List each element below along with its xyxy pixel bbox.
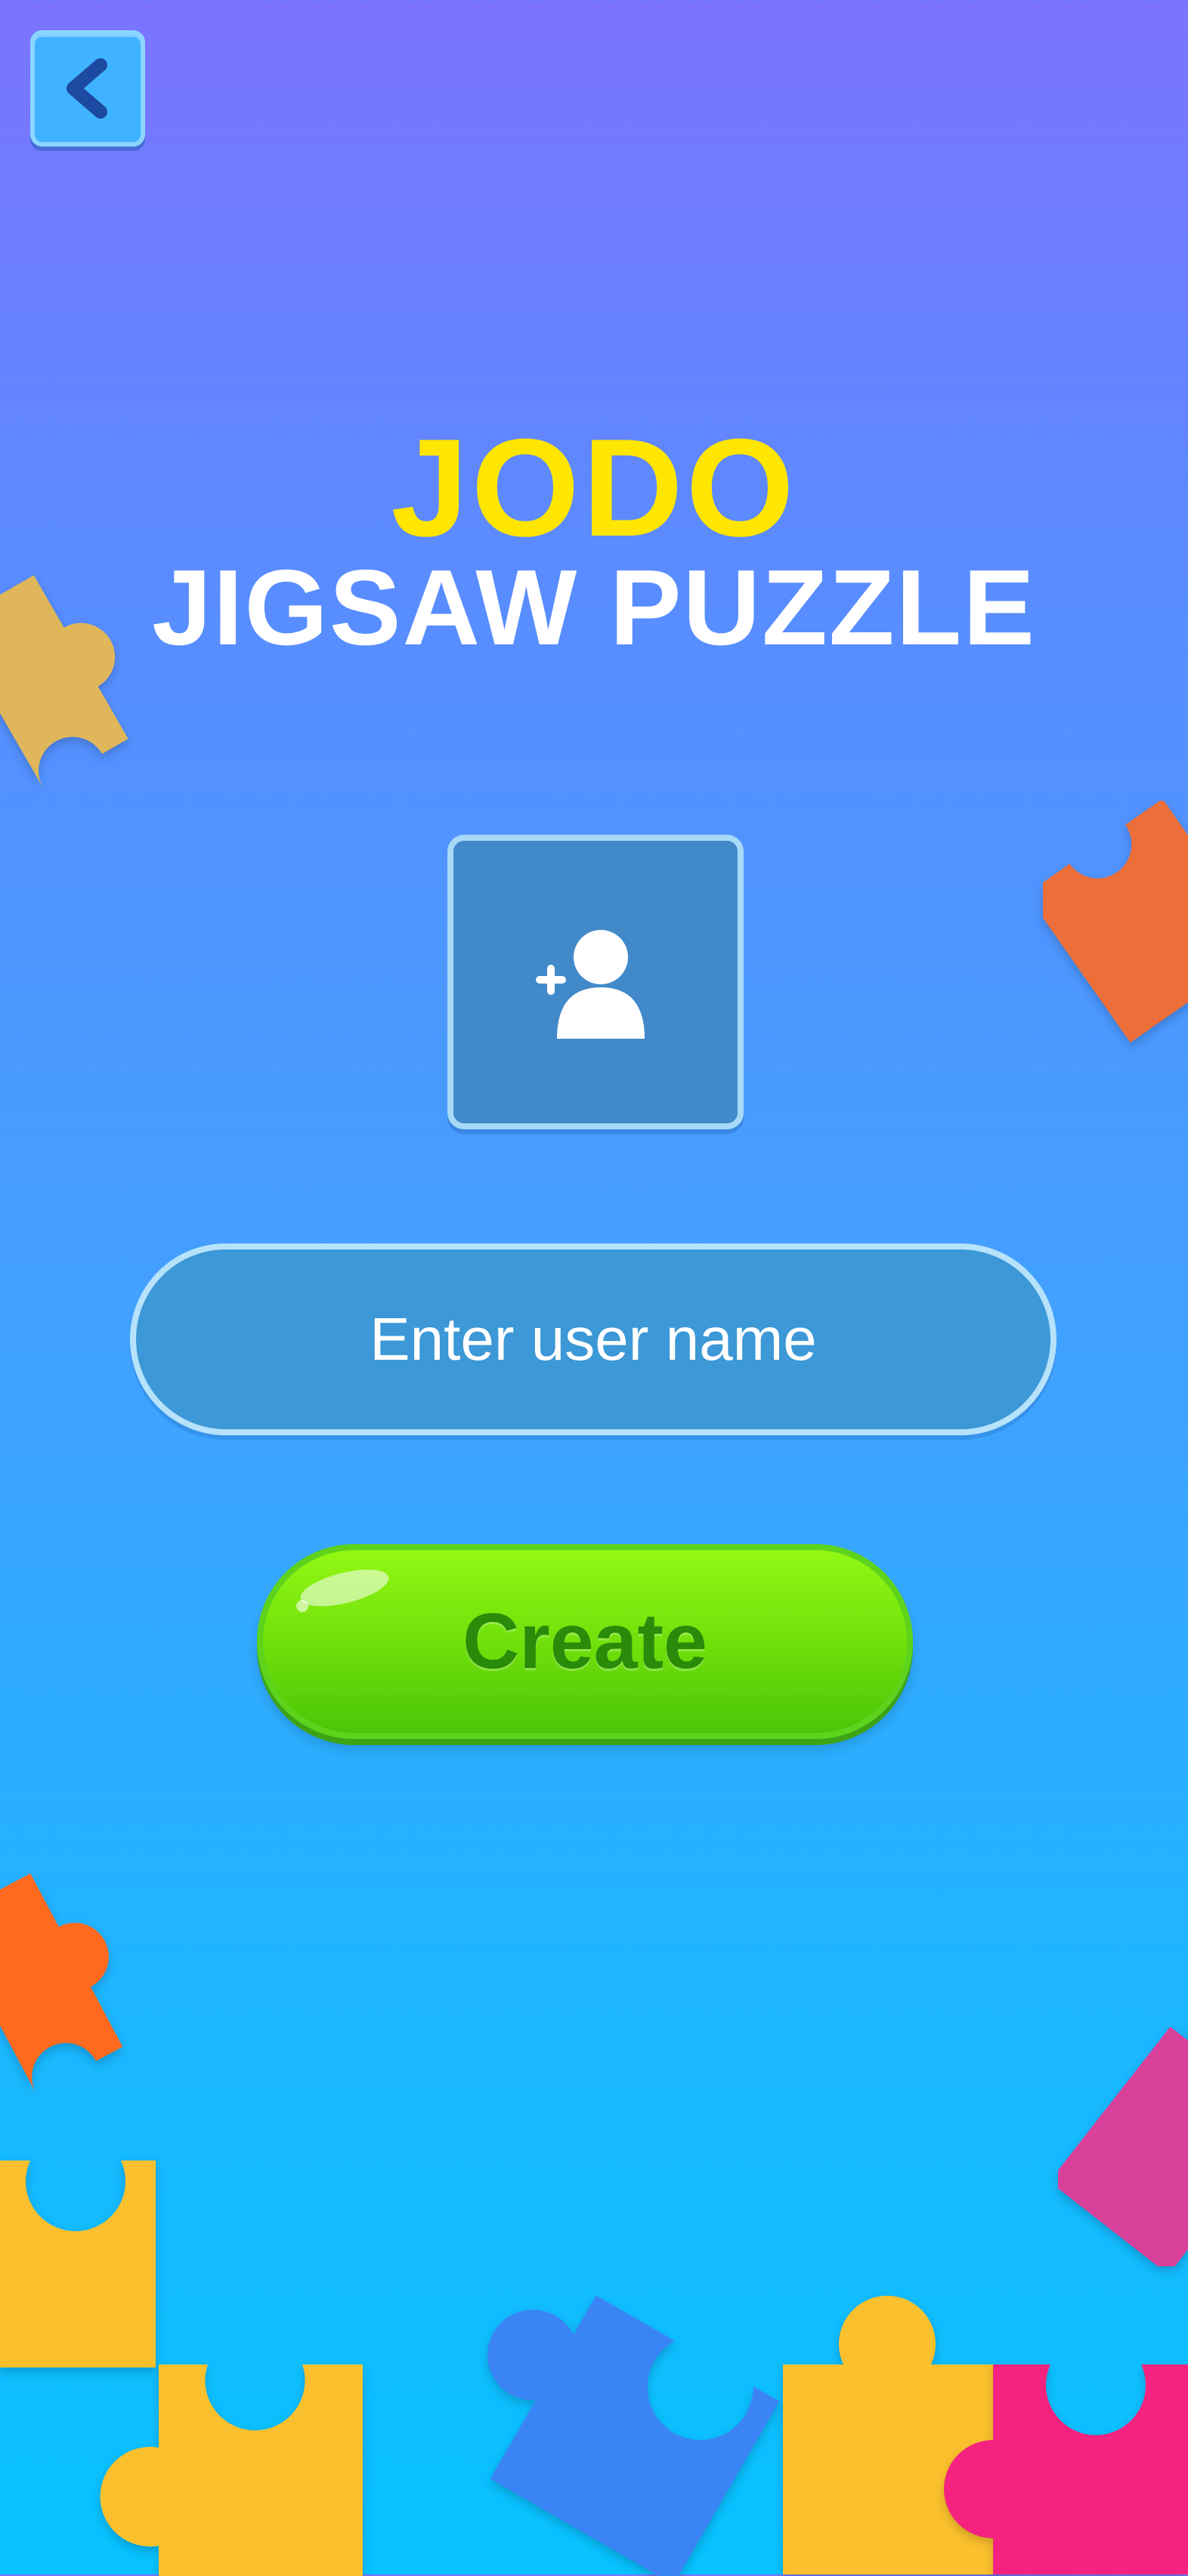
- chevron-left-icon: [67, 58, 107, 119]
- puzzle-piece-yellow-bottom: [100, 2364, 363, 2576]
- puzzle-piece-orange-left: [0, 1873, 123, 2093]
- button-gloss-dot: [296, 1600, 308, 1612]
- button-gloss: [296, 1562, 393, 1614]
- brand-title: JODO: [391, 409, 797, 565]
- create-button[interactable]: Create: [257, 1544, 913, 1739]
- subtitle: JIGSAW PUZZLE: [152, 548, 1036, 668]
- puzzle-piece-yellow-bottom-left: [0, 2161, 156, 2368]
- username-input[interactable]: [130, 1243, 1057, 1435]
- back-button[interactable]: [30, 30, 145, 147]
- create-button-label: Create: [463, 1597, 707, 1685]
- app-title: JODO JIGSAW PUZZLE: [0, 409, 1188, 668]
- puzzle-piece-orange-right: [1043, 801, 1188, 1043]
- puzzle-piece-blue-bottom: [487, 2295, 780, 2576]
- puzzle-piece-magenta-right: [1058, 2003, 1188, 2266]
- add-avatar-button[interactable]: [447, 835, 744, 1129]
- puzzle-piece-pink-bottom-right: [944, 2364, 1188, 2574]
- add-user-icon: [536, 930, 645, 1039]
